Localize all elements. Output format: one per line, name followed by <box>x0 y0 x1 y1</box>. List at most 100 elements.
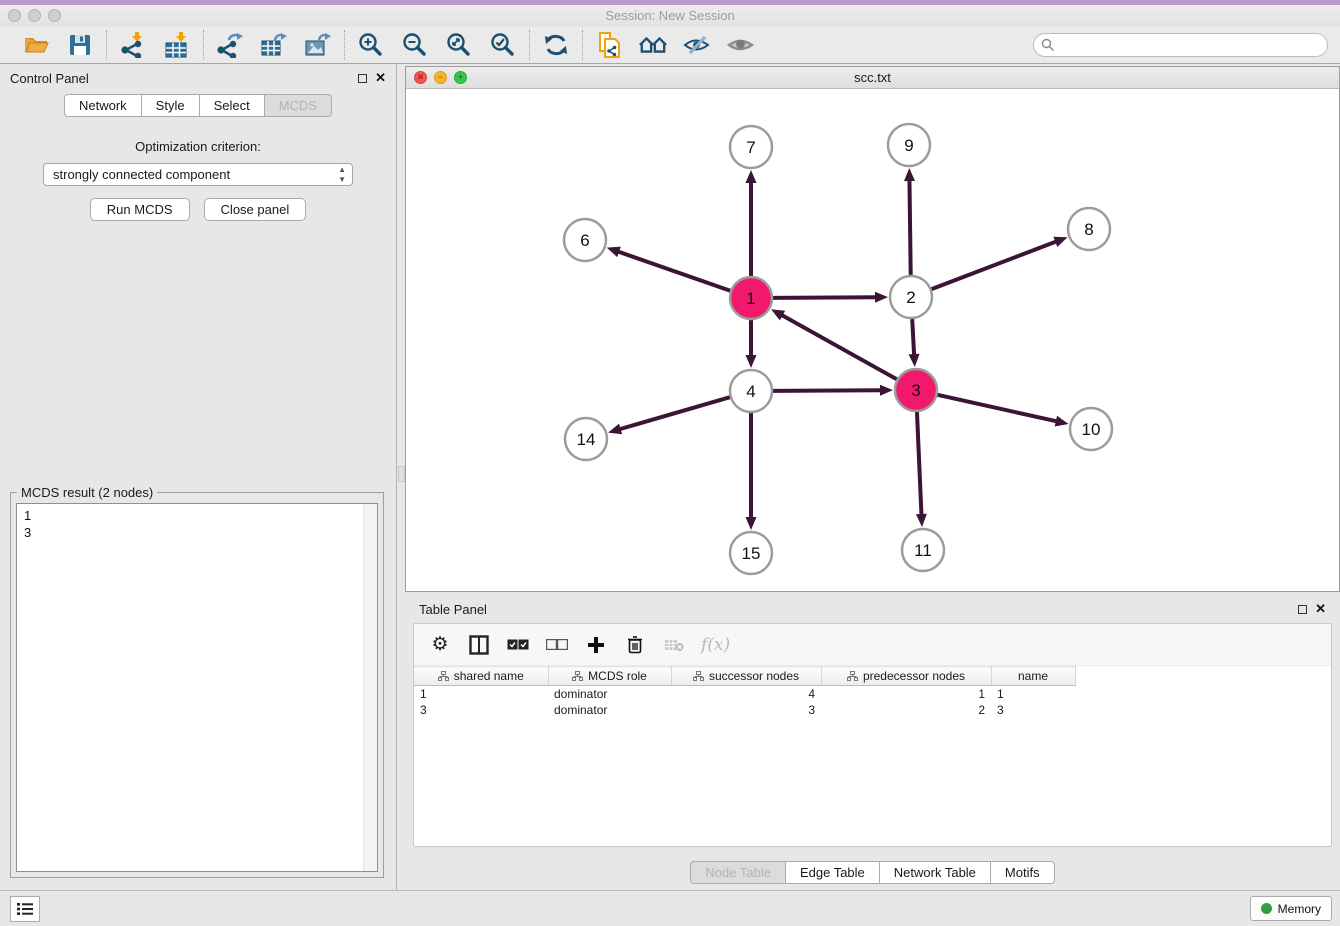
graph-node-15[interactable]: 15 <box>730 532 772 574</box>
memory-label: Memory <box>1278 902 1321 916</box>
minimize-network-icon[interactable]: − <box>434 71 447 84</box>
cell-successor-nodes[interactable]: 4 <box>671 686 821 702</box>
node-table[interactable]: shared nameMCDS rolesuccessor nodesprede… <box>414 666 1331 718</box>
svg-text:4: 4 <box>746 382 755 401</box>
panel-splitter-handle[interactable] <box>398 466 405 482</box>
toggle-columns-icon[interactable] <box>467 633 491 657</box>
column-header-successor-nodes[interactable]: successor nodes <box>671 667 821 686</box>
cell-predecessor-nodes[interactable]: 1 <box>821 686 991 702</box>
table-panel-header: Table Panel ✕ <box>405 595 1340 623</box>
minimize-window-icon[interactable] <box>28 9 41 22</box>
column-header-predecessor-nodes[interactable]: predecessor nodes <box>821 667 991 686</box>
cell-MCDS-role[interactable]: dominator <box>548 702 671 718</box>
export-image-icon[interactable] <box>304 31 332 59</box>
edge-3-1[interactable] <box>781 315 897 380</box>
edge-2-8[interactable] <box>932 241 1058 289</box>
tab-mcds[interactable]: MCDS <box>265 94 332 117</box>
cell-shared-name[interactable]: 1 <box>414 686 548 702</box>
close-panel-button[interactable]: Close panel <box>204 198 307 221</box>
result-scrollbar[interactable] <box>363 504 377 871</box>
graph-node-1[interactable]: 1 <box>730 277 772 319</box>
zoom-out-icon[interactable] <box>401 31 429 59</box>
table-row[interactable]: 1dominator411 <box>414 686 1331 702</box>
export-table-icon[interactable] <box>260 31 288 59</box>
table-row[interactable]: 3dominator323 <box>414 702 1331 718</box>
edge-3-10[interactable] <box>937 395 1057 422</box>
export-network-icon[interactable] <box>216 31 244 59</box>
graph-node-2[interactable]: 2 <box>890 276 932 318</box>
delete-row-icon[interactable] <box>623 633 647 657</box>
svg-text:8: 8 <box>1084 220 1093 239</box>
tab-network[interactable]: Network <box>64 94 142 117</box>
criterion-select[interactable]: strongly connected component ▲▼ <box>43 163 353 186</box>
tab-select[interactable]: Select <box>200 94 265 117</box>
close-window-icon[interactable] <box>8 9 21 22</box>
cell-name[interactable]: 3 <box>991 702 1075 718</box>
close-network-icon[interactable]: ✕ <box>414 71 427 84</box>
edge-4-14[interactable] <box>619 397 730 429</box>
zoom-in-icon[interactable] <box>357 31 385 59</box>
zoom-window-icon[interactable] <box>48 9 61 22</box>
zoom-fit-icon[interactable] <box>445 31 473 59</box>
graph-node-9[interactable]: 9 <box>888 124 930 166</box>
select-all-checkboxes-icon[interactable] <box>506 633 530 657</box>
edge-1-6[interactable] <box>617 251 730 291</box>
network-window-titlebar[interactable]: ✕ − + scc.txt <box>406 67 1339 89</box>
run-mcds-button[interactable]: Run MCDS <box>90 198 190 221</box>
add-row-icon[interactable] <box>584 633 608 657</box>
edge-3-11[interactable] <box>917 412 922 516</box>
search-input[interactable] <box>1033 33 1328 57</box>
float-table-panel-icon[interactable] <box>1298 605 1307 614</box>
home-icon[interactable] <box>639 31 667 59</box>
graph-node-6[interactable]: 6 <box>564 219 606 261</box>
tab-motifs[interactable]: Motifs <box>991 861 1055 884</box>
clear-table-icon[interactable] <box>662 633 686 657</box>
cell-name[interactable]: 1 <box>991 686 1075 702</box>
column-header-name[interactable]: name <box>991 667 1075 686</box>
edge-4-3[interactable] <box>773 390 882 391</box>
cell-MCDS-role[interactable]: dominator <box>548 686 671 702</box>
maximize-network-icon[interactable]: + <box>454 71 467 84</box>
cell-predecessor-nodes[interactable]: 2 <box>821 702 991 718</box>
edge-2-9[interactable] <box>909 179 910 275</box>
tab-network-table[interactable]: Network Table <box>880 861 991 884</box>
mcds-result-list[interactable]: 1 3 <box>16 503 378 872</box>
task-history-button[interactable] <box>10 896 40 922</box>
zoom-selected-icon[interactable] <box>489 31 517 59</box>
graph-node-8[interactable]: 8 <box>1068 208 1110 250</box>
save-icon[interactable] <box>66 31 94 59</box>
column-header-shared-name[interactable]: shared name <box>414 667 548 686</box>
cell-successor-nodes[interactable]: 3 <box>671 702 821 718</box>
application-window: Session: New Session <box>0 0 1340 926</box>
show-eye-icon[interactable] <box>727 31 755 59</box>
close-table-panel-icon[interactable]: ✕ <box>1315 603 1326 615</box>
graph-node-3[interactable]: 3 <box>895 369 937 411</box>
refresh-icon[interactable] <box>542 31 570 59</box>
function-builder-icon[interactable]: f(x) <box>701 635 730 655</box>
graph-node-11[interactable]: 11 <box>902 529 944 571</box>
tab-edge-table[interactable]: Edge Table <box>786 861 880 884</box>
edge-arrowhead <box>607 247 621 257</box>
cell-shared-name[interactable]: 3 <box>414 702 548 718</box>
close-panel-icon[interactable]: ✕ <box>375 72 386 84</box>
edge-arrowhead <box>916 514 927 527</box>
memory-button[interactable]: Memory <box>1250 896 1332 921</box>
duplicate-network-icon[interactable] <box>595 31 623 59</box>
hide-eye-icon[interactable] <box>683 31 711 59</box>
graph-node-4[interactable]: 4 <box>730 370 772 412</box>
tab-style[interactable]: Style <box>142 94 200 117</box>
deselect-all-checkboxes-icon[interactable] <box>545 633 569 657</box>
table-settings-gear-icon[interactable]: ⚙ <box>428 633 452 657</box>
edge-2-3[interactable] <box>912 319 914 356</box>
graph-node-14[interactable]: 14 <box>565 418 607 460</box>
import-table-icon[interactable] <box>163 31 191 59</box>
network-canvas[interactable]: 1 2 3 4 6 7 8 9 10 11 14 15 <box>406 89 1339 591</box>
tab-node-table[interactable]: Node Table <box>690 861 786 884</box>
graph-node-7[interactable]: 7 <box>730 126 772 168</box>
graph-node-10[interactable]: 10 <box>1070 408 1112 450</box>
edge-1-2[interactable] <box>773 297 877 298</box>
float-panel-icon[interactable] <box>358 74 367 83</box>
import-network-icon[interactable] <box>119 31 147 59</box>
column-header-MCDS-role[interactable]: MCDS role <box>548 667 671 686</box>
open-file-icon[interactable] <box>22 31 50 59</box>
